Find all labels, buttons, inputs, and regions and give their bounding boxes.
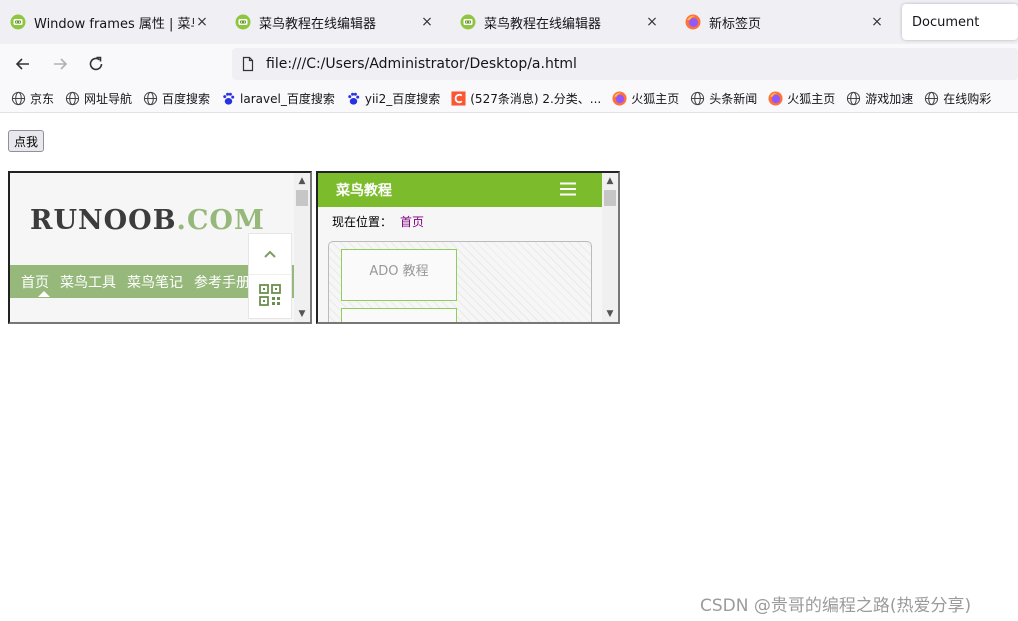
chevron-up-icon: [264, 250, 276, 258]
bookmark-label: 游戏加速: [865, 91, 914, 106]
tab-document[interactable]: Document: [902, 4, 1018, 40]
runoob-favicon-icon: [10, 14, 26, 30]
scroll-thumb[interactable]: [604, 190, 616, 206]
breadcrumb: 现在位置： 首页: [332, 213, 424, 230]
tab-new-tab[interactable]: 新标签页 ×: [675, 4, 895, 40]
globe-icon: [925, 91, 939, 105]
qr-code-button[interactable]: [249, 275, 291, 315]
iframe-runoob-home[interactable]: RUNOOB.COM 首页 菜鸟工具 菜鸟笔记 参考手册 ▲ ▼: [8, 171, 312, 324]
url-text: file:///C:/Users/Administrator/Desktop/a…: [266, 56, 577, 72]
nav-item-tools[interactable]: 菜鸟工具: [60, 272, 116, 292]
firefox-icon: [685, 14, 701, 30]
bookmark-jd[interactable]: 京东: [11, 90, 54, 107]
floating-side-panel: [248, 233, 292, 319]
globe-icon: [11, 91, 26, 105]
scroll-down-arrow[interactable]: ▼: [294, 306, 310, 322]
navigation-bar: file:///C:/Users/Administrator/Desktop/a…: [0, 44, 1018, 84]
bookmark-lottery[interactable]: 在线购彩: [924, 90, 991, 107]
logo-ext: COM: [186, 205, 265, 236]
runoob-favicon-icon: [460, 14, 476, 30]
tab-close-icon[interactable]: ×: [869, 14, 885, 30]
scroll-up-arrow[interactable]: ▲: [294, 173, 310, 189]
baidu-paw-icon: [223, 92, 235, 105]
scroll-down-arrow[interactable]: ▼: [602, 306, 618, 322]
bookmark-label: 网址导航: [84, 91, 133, 106]
location-label: 现在位置：: [332, 215, 393, 229]
arrow-right-icon: [54, 58, 68, 70]
globe-icon: [143, 91, 158, 105]
reload-icon: [89, 56, 103, 71]
mobile-header: 菜鸟教程: [318, 173, 602, 207]
back-to-top-button[interactable]: [249, 234, 291, 275]
bookmark-laravel[interactable]: laravel_百度搜索: [221, 90, 335, 107]
tab-bar: Window frames 属性 | 菜鸟教程 × 菜鸟教程在线编辑器 × 菜鸟…: [0, 0, 1018, 44]
bookmark-firefox-home-2[interactable]: 火狐主页: [768, 90, 835, 107]
bookmark-toutiao[interactable]: 头条新闻: [690, 90, 757, 107]
nav-item-notes[interactable]: 菜鸟笔记: [127, 272, 183, 292]
globe-icon: [691, 91, 705, 105]
globe-icon: [65, 91, 80, 105]
bookmark-label: yii2_百度搜索: [364, 91, 441, 106]
globe-icon: [847, 91, 861, 105]
tab-window-frames[interactable]: Window frames 属性 | 菜鸟教程 ×: [0, 4, 220, 40]
mobile-header-title[interactable]: 菜鸟教程: [336, 180, 392, 200]
bookmark-label: 在线购彩: [943, 91, 992, 106]
bookmark-label: 火狐主页: [787, 91, 836, 106]
bookmark-game-boost[interactable]: 游戏加速: [846, 90, 913, 107]
bookmark-label: laravel_百度搜索: [240, 91, 335, 106]
tab-close-icon[interactable]: ×: [419, 14, 435, 30]
logo-dot: .: [176, 205, 187, 236]
page-icon: [242, 56, 254, 72]
frame-scrollbar[interactable]: ▲ ▼: [602, 173, 618, 322]
csdn-icon: [451, 90, 466, 106]
nav-active-caret: [38, 291, 50, 297]
course-card-ado[interactable]: ADO 教程: [341, 249, 457, 301]
bookmark-baidu[interactable]: 百度搜索: [143, 90, 210, 107]
runoob-favicon-icon: [235, 14, 251, 30]
bookmark-label: (527条消息) 2.分类、...: [470, 91, 602, 106]
tab-title: 新标签页: [709, 16, 762, 32]
logo-main: RUNOOB: [30, 205, 177, 236]
forward-button[interactable]: [49, 53, 71, 75]
frame-scrollbar[interactable]: ▲ ▼: [294, 173, 310, 322]
tab-title: Window frames 属性 | 菜鸟教程: [34, 16, 194, 32]
hamburger-menu-icon[interactable]: [560, 182, 576, 196]
bookmark-label: 火狐主页: [631, 91, 680, 106]
nav-item-reference[interactable]: 参考手册: [194, 272, 250, 292]
bookmark-nav[interactable]: 网址导航: [65, 90, 132, 107]
firefox-icon: [612, 90, 627, 106]
bookmark-label: 百度搜索: [162, 91, 211, 106]
qr-code-icon: [259, 284, 281, 306]
click-me-button[interactable]: 点我: [8, 130, 45, 152]
breadcrumb-home-link[interactable]: 首页: [400, 215, 424, 229]
csdn-watermark: CSDN @贵哥的编程之路(热爱分享): [700, 596, 972, 616]
firefox-icon: [768, 90, 783, 106]
course-panel: ADO 教程 Ajax 教程: [328, 241, 592, 322]
bookmark-label: 头条新闻: [709, 91, 758, 106]
course-card-ajax[interactable]: Ajax 教程: [341, 308, 457, 322]
scroll-thumb[interactable]: [296, 190, 308, 206]
tab-title: 菜鸟教程在线编辑器: [484, 16, 602, 32]
nav-item-home[interactable]: 首页: [21, 272, 49, 292]
reload-button[interactable]: [85, 53, 107, 75]
tab-close-icon[interactable]: ×: [194, 14, 210, 30]
tab-close-icon[interactable]: ×: [644, 14, 660, 30]
bookmark-yii2[interactable]: yii2_百度搜索: [346, 90, 440, 107]
bookmarks-bar: 京东 网址导航 百度搜索 laravel_百度搜索 yii2_百度搜索 (527…: [0, 84, 1018, 113]
bookmark-csdn[interactable]: (527条消息) 2.分类、...: [451, 90, 601, 107]
iframe-runoob-mobile[interactable]: 菜鸟教程 现在位置： 首页 ADO 教程 Ajax 教程 ▲ ▼: [316, 171, 620, 324]
url-bar[interactable]: file:///C:/Users/Administrator/Desktop/a…: [232, 48, 1018, 80]
tab-title: Document: [912, 14, 980, 30]
runoob-logo: RUNOOB.COM: [30, 205, 265, 236]
back-button[interactable]: [12, 53, 34, 75]
baidu-paw-icon: [348, 92, 360, 105]
bookmark-label: 京东: [30, 91, 55, 106]
tab-runoob-editor-1[interactable]: 菜鸟教程在线编辑器 ×: [225, 4, 445, 40]
scroll-up-arrow[interactable]: ▲: [602, 173, 618, 189]
tab-title: 菜鸟教程在线编辑器: [259, 16, 377, 32]
tab-runoob-editor-2[interactable]: 菜鸟教程在线编辑器 ×: [450, 4, 670, 40]
bookmark-firefox-home[interactable]: 火狐主页: [612, 90, 679, 107]
arrow-left-icon: [15, 58, 29, 70]
